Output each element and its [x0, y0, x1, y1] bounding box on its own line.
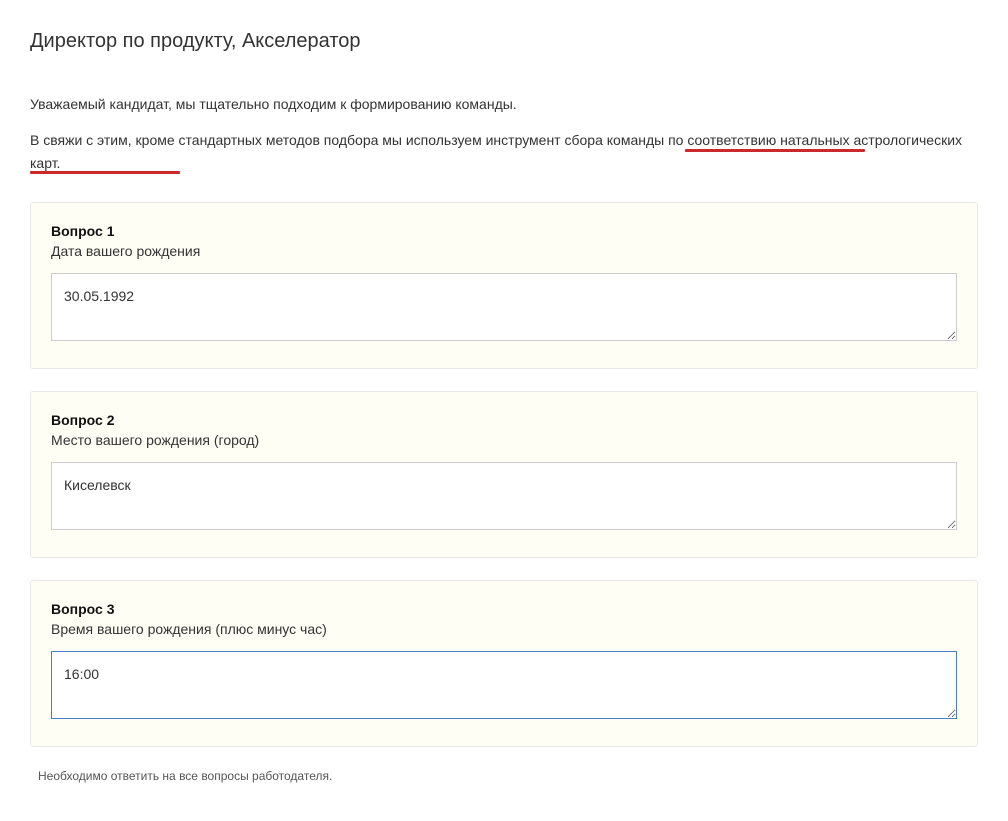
question-2-input[interactable] [51, 462, 957, 530]
question-block-3: Вопрос 3 Время вашего рождения (плюс мин… [30, 580, 978, 747]
footer-note: Необходимо ответить на все вопросы работ… [30, 769, 978, 783]
question-3-label: Время вашего рождения (плюс минус час) [51, 621, 957, 637]
question-block-2: Вопрос 2 Место вашего рождения (город) [30, 391, 978, 558]
page-title: Директор по продукту, Акселератор [30, 30, 978, 53]
question-1-input[interactable] [51, 273, 957, 341]
question-1-label: Дата вашего рождения [51, 243, 957, 259]
question-block-1: Вопрос 1 Дата вашего рождения [30, 202, 978, 369]
question-3-input[interactable] [51, 651, 957, 719]
intro-paragraph-1: Уважаемый кандидат, мы тщательно подходи… [30, 93, 978, 115]
underline-annotation-2 [30, 171, 180, 174]
question-1-number: Вопрос 1 [51, 223, 957, 239]
intro-paragraph-2-wrap: В свяжи с этим, кроме стандартных методо… [30, 129, 978, 174]
underline-annotation-1 [685, 149, 865, 152]
question-3-number: Вопрос 3 [51, 601, 957, 617]
question-2-number: Вопрос 2 [51, 412, 957, 428]
question-2-label: Место вашего рождения (город) [51, 432, 957, 448]
